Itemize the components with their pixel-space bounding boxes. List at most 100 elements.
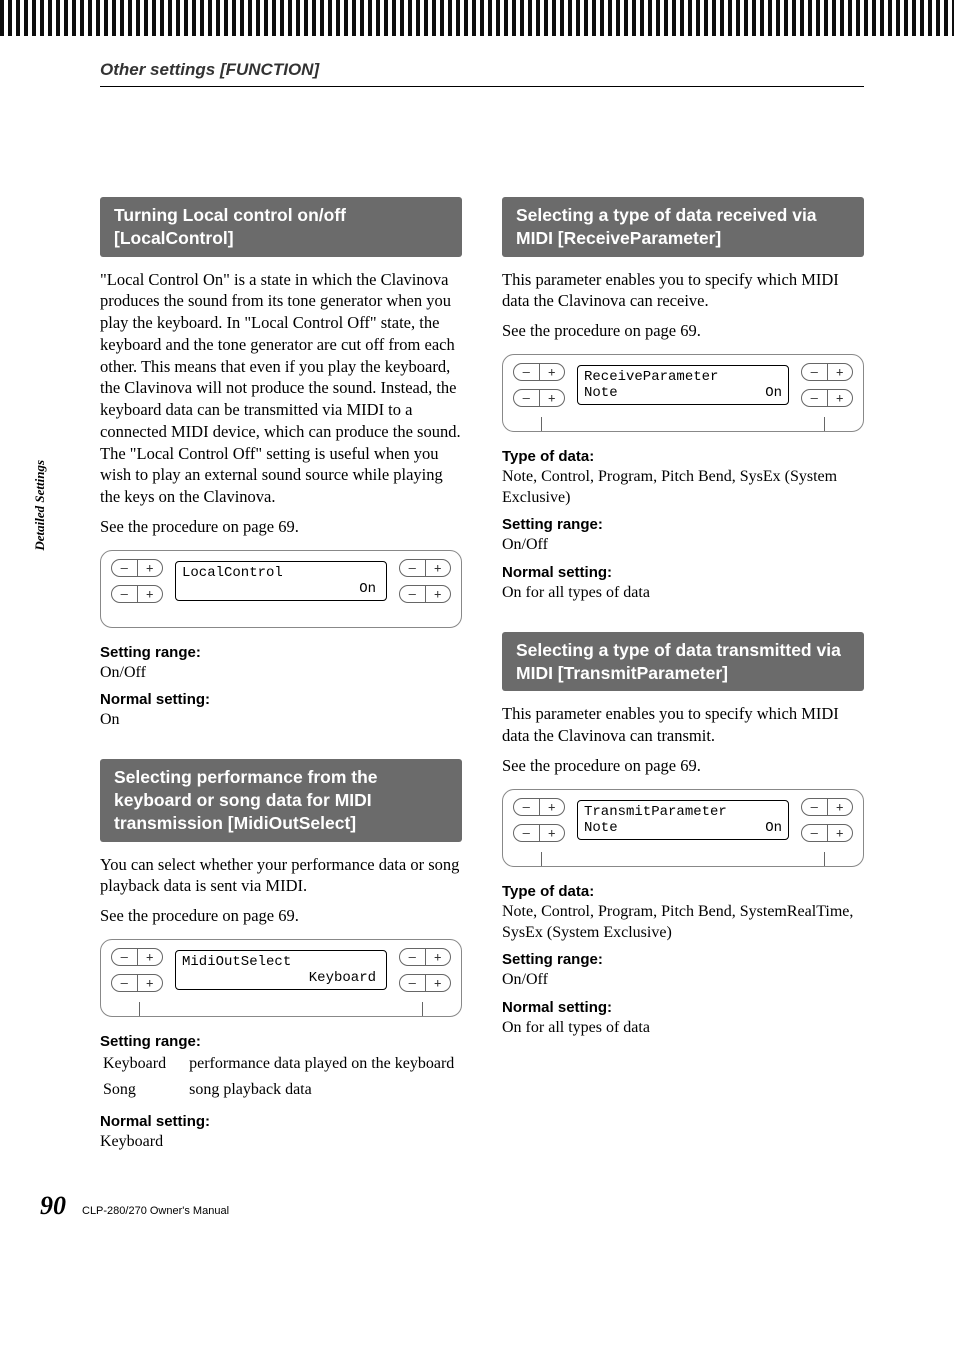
plus-icon: +	[138, 975, 163, 991]
lcd-transmitparameter: – + – + TransmitParameter Note On	[502, 789, 864, 867]
btn-pair-d-right[interactable]: – +	[399, 974, 451, 992]
type-of-data-value: Note, Control, Program, Pitch Bend, Syst…	[502, 902, 864, 944]
section-title-midioutselect: Selecting performance from the keyboard …	[100, 759, 462, 841]
minus-icon: –	[400, 975, 426, 991]
minus-icon: –	[400, 560, 426, 576]
btn-pair-a-left[interactable]: – +	[513, 363, 565, 381]
lcd-line2-left: Note	[584, 820, 618, 836]
see-reference: See the procedure on page 69.	[100, 905, 462, 927]
plus-icon: +	[138, 586, 163, 602]
lcd-receiveparameter: – + – + ReceiveParameter Note On	[502, 354, 864, 432]
plus-icon: +	[138, 949, 163, 965]
plus-icon: +	[426, 975, 451, 991]
normal-setting-value: On for all types of data	[502, 1018, 864, 1039]
plus-icon: +	[828, 825, 853, 841]
lcd-midioutselect: – + – + MidiOutSelect Keyboard	[100, 939, 462, 1017]
lcd-localcontrol: – + – + LocalControl On	[100, 550, 462, 628]
btn-pair-b-left[interactable]: – +	[111, 974, 163, 992]
left-column: Turning Local control on/off [LocalContr…	[100, 197, 462, 1152]
body-text: This parameter enables you to specify wh…	[502, 703, 864, 747]
btn-pair-b-left[interactable]: – +	[111, 585, 163, 603]
see-reference: See the procedure on page 69.	[502, 755, 864, 777]
minus-icon: –	[112, 560, 138, 576]
btn-pair-c-right[interactable]: – +	[801, 363, 853, 381]
minus-icon: –	[514, 390, 540, 406]
lcd-line1: MidiOutSelect	[182, 954, 380, 970]
section-title-receiveparameter: Selecting a type of data received via MI…	[502, 197, 864, 257]
right-column: Selecting a type of data received via MI…	[502, 197, 864, 1152]
normal-setting-value: Keyboard	[100, 1132, 462, 1153]
table-row: Songsong playback data	[102, 1078, 455, 1102]
minus-icon: –	[400, 949, 426, 965]
setting-range-value: On/Off	[100, 663, 462, 684]
see-reference: See the procedure on page 69.	[100, 516, 462, 538]
normal-setting-value: On	[100, 710, 462, 731]
lcd-screen: ReceiveParameter Note On	[577, 365, 789, 405]
plus-icon: +	[828, 364, 853, 380]
plus-icon: +	[138, 560, 163, 576]
minus-icon: –	[112, 949, 138, 965]
lcd-line1: LocalControl	[182, 565, 380, 581]
setting-range-table: Keyboardperformance data played on the k…	[100, 1050, 457, 1105]
section-title-localcontrol: Turning Local control on/off [LocalContr…	[100, 197, 462, 257]
type-of-data-label: Type of data:	[502, 448, 864, 465]
minus-icon: –	[400, 586, 426, 602]
minus-icon: –	[802, 364, 828, 380]
page-number: 90	[40, 1191, 66, 1221]
lcd-line2: On	[182, 581, 380, 597]
plus-icon: +	[828, 799, 853, 815]
btn-pair-a-left[interactable]: – +	[513, 798, 565, 816]
section-title-transmitparameter: Selecting a type of data transmitted via…	[502, 632, 864, 692]
btn-pair-b-left[interactable]: – +	[513, 824, 565, 842]
header-rule	[100, 86, 864, 87]
footer: 90 CLP-280/270 Owner's Manual	[40, 1191, 229, 1221]
table-row: Keyboardperformance data played on the k…	[102, 1052, 455, 1076]
normal-setting-value: On for all types of data	[502, 583, 864, 604]
plus-icon: +	[426, 586, 451, 602]
setting-range-value: On/Off	[502, 970, 864, 991]
setting-range-label: Setting range:	[100, 644, 462, 661]
setting-range-label: Setting range:	[502, 516, 864, 533]
plus-icon: +	[540, 390, 565, 406]
normal-setting-label: Normal setting:	[100, 691, 462, 708]
btn-pair-d-right[interactable]: – +	[399, 585, 451, 603]
btn-pair-c-right[interactable]: – +	[399, 948, 451, 966]
lcd-line2-left: Note	[584, 385, 618, 401]
lcd-line1: TransmitParameter	[584, 804, 782, 820]
normal-setting-label: Normal setting:	[100, 1113, 462, 1130]
btn-pair-d-right[interactable]: – +	[801, 824, 853, 842]
btn-pair-d-right[interactable]: – +	[801, 389, 853, 407]
btn-pair-c-right[interactable]: – +	[399, 559, 451, 577]
minus-icon: –	[802, 799, 828, 815]
see-reference: See the procedure on page 69.	[502, 320, 864, 342]
normal-setting-label: Normal setting:	[502, 564, 864, 581]
lcd-line2: Keyboard	[182, 970, 380, 986]
lcd-screen: MidiOutSelect Keyboard	[175, 950, 387, 990]
body-text: This parameter enables you to specify wh…	[502, 269, 864, 313]
body-text: You can select whether your performance …	[100, 854, 462, 898]
plus-icon: +	[540, 799, 565, 815]
type-of-data-label: Type of data:	[502, 883, 864, 900]
minus-icon: –	[112, 975, 138, 991]
breadcrumb: Other settings [FUNCTION]	[100, 60, 864, 80]
manual-title: CLP-280/270 Owner's Manual	[82, 1205, 229, 1217]
btn-pair-b-left[interactable]: – +	[513, 389, 565, 407]
lcd-line2-right: On	[765, 385, 782, 401]
type-of-data-value: Note, Control, Program, Pitch Bend, SysE…	[502, 467, 864, 509]
minus-icon: –	[112, 586, 138, 602]
body-text: "Local Control On" is a state in which t…	[100, 269, 462, 508]
plus-icon: +	[540, 825, 565, 841]
btn-pair-a-left[interactable]: – +	[111, 559, 163, 577]
lcd-line1: ReceiveParameter	[584, 369, 782, 385]
plus-icon: +	[540, 364, 565, 380]
side-tab-label: Detailed Settings	[32, 460, 48, 551]
minus-icon: –	[514, 364, 540, 380]
setting-range-label: Setting range:	[502, 951, 864, 968]
btn-pair-a-left[interactable]: – +	[111, 948, 163, 966]
plus-icon: +	[426, 949, 451, 965]
plus-icon: +	[426, 560, 451, 576]
normal-setting-label: Normal setting:	[502, 999, 864, 1016]
btn-pair-c-right[interactable]: – +	[801, 798, 853, 816]
minus-icon: –	[802, 825, 828, 841]
minus-icon: –	[514, 825, 540, 841]
